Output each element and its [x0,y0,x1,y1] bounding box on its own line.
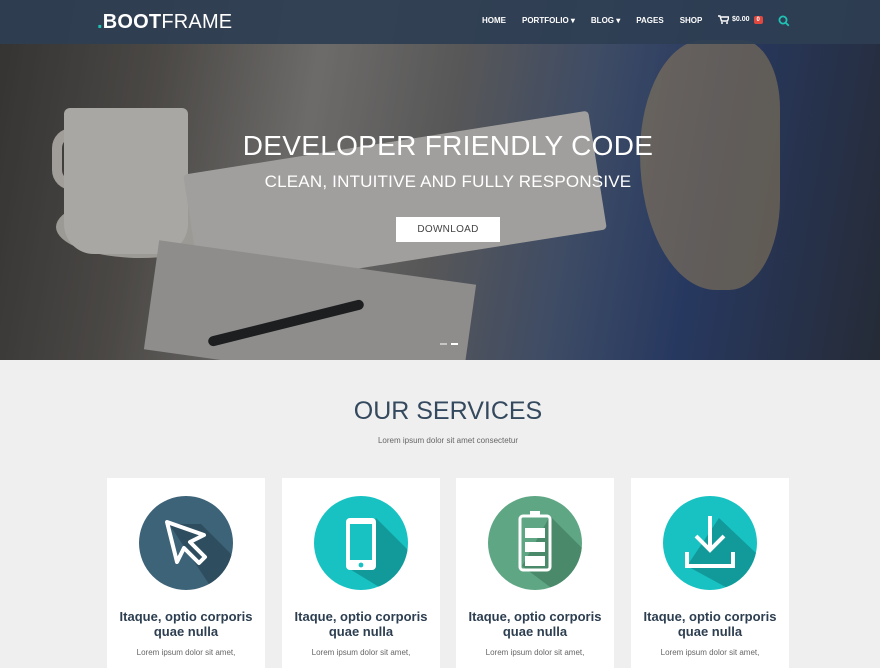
service-card-title-line2: quae nulla [328,624,394,639]
hero-subtitle: CLEAN, INTUITIVE AND FULLY RESPONSIVE [264,172,632,191]
service-card-title-line2: quae nulla [502,624,568,639]
service-card-2: Itaque, optio corporis quae nulla Lorem i… [282,478,440,668]
battery-icon [488,496,582,590]
nav-item-pages[interactable]: PAGES [636,16,663,25]
cart-count-badge: 0 [753,15,763,24]
nav-item-shop[interactable]: SHOP [680,16,703,25]
main-menu: HOME PORTFOLIO ▾ BLOG ▾ PAGES SHOP [482,16,702,25]
slider-indicators [440,343,462,345]
services-subtitle: Lorem ipsum dolor sit amet consectetur [377,436,519,445]
service-card-text: Lorem ipsum dolor sit amet, [660,648,760,657]
mobile-icon [314,496,408,590]
service-card-title-line1: Itaque, optio corporis [294,609,428,624]
service-card-title-line1: Itaque, optio corporis [468,609,602,624]
service-card-text: Lorem ipsum dolor sit amet, [485,648,585,657]
brand-logo[interactable]: .BOOTFRAME [97,11,232,34]
cart-amount: $0.00 [732,16,750,23]
top-navbar: .BOOTFRAME HOME PORTFOLIO ▾ BLOG ▾ PAGES… [0,0,880,44]
cart-icon [718,15,729,24]
service-card-title: Itaque, optio corporis quae nulla [456,609,614,639]
service-card-4: Itaque, optio corporis quae nulla Lorem i… [631,478,789,668]
download-icon [663,496,757,590]
service-card-title-line2: quae nulla [153,624,219,639]
services-title: OUR SERVICES [353,397,543,425]
cart-link[interactable]: $0.00 0 [718,15,763,24]
hero-text: DEVELOPER FRIENDLY CODE CLEAN, INTUITIVE… [0,130,880,192]
service-card-text: Lorem ipsum dolor sit amet, [311,648,411,657]
hero-banner: DEVELOPER FRIENDLY CODE CLEAN, INTUITIVE… [0,0,880,360]
service-card-title-line2: quae nulla [677,624,743,639]
service-card-title: Itaque, optio corporis quae nulla [282,609,440,639]
service-card-3: Itaque, optio corporis quae nulla Lorem i… [456,478,614,668]
nav-item-home[interactable]: HOME [482,16,506,25]
service-card-title: Itaque, optio corporis quae nulla [107,609,265,639]
slider-dot-1[interactable] [440,343,447,345]
service-card-title-line1: Itaque, optio corporis [119,609,253,624]
service-card-text: Lorem ipsum dolor sit amet, [136,648,236,657]
service-card-title-line1: Itaque, optio corporis [643,609,777,624]
service-card-1: Itaque, optio corporis quae nulla Lorem i… [107,478,265,668]
hero-title: DEVELOPER FRIENDLY CODE [242,130,654,161]
logo-bold: BOOT [102,11,162,33]
search-button[interactable] [778,14,790,32]
nav-item-blog[interactable]: BLOG ▾ [591,16,620,25]
download-button[interactable]: DOWNLOAD [396,217,500,242]
service-card-title: Itaque, optio corporis quae nulla [631,609,789,639]
slider-dot-2[interactable] [451,343,458,345]
cursor-icon [139,496,233,590]
search-icon [778,15,790,27]
logo-rest: FRAME [161,11,233,33]
nav-item-portfolio[interactable]: PORTFOLIO ▾ [522,16,575,25]
